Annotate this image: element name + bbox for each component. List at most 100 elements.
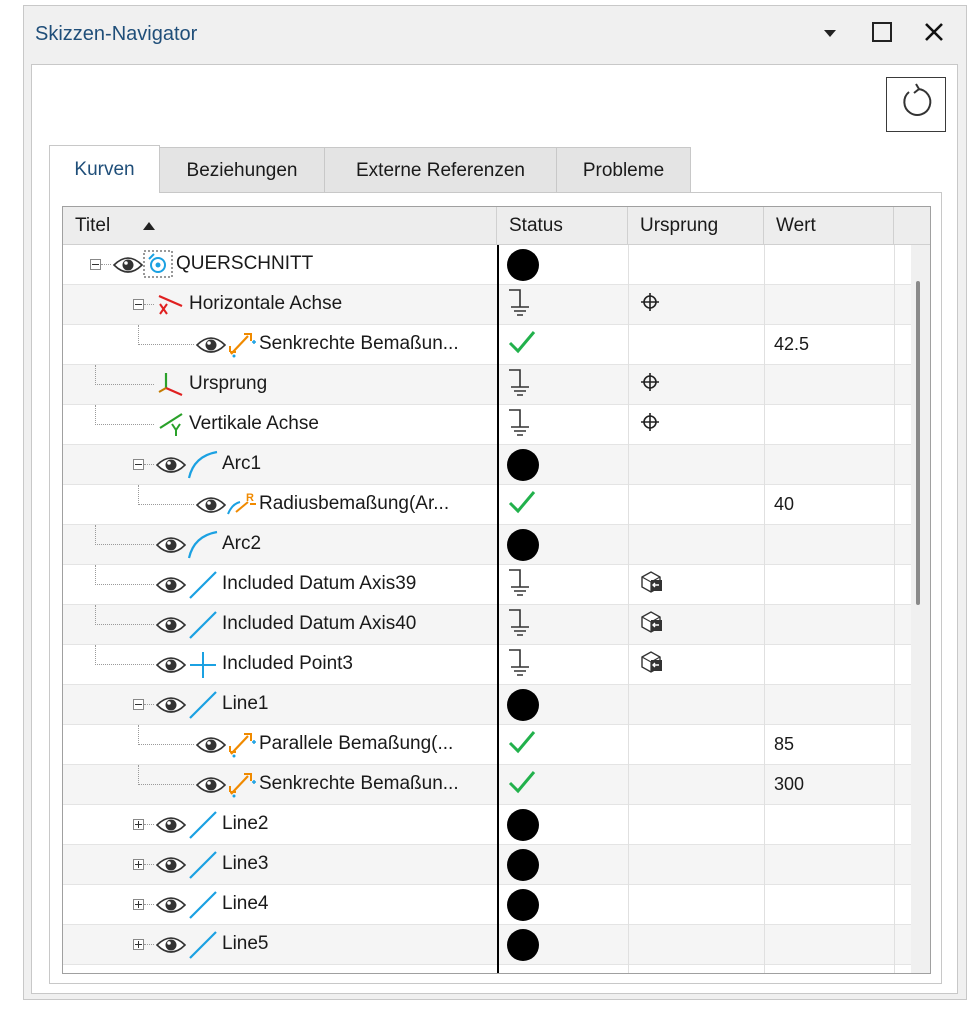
row-title: Senkrechte Bemaßun...: [259, 773, 459, 794]
status-cell: [497, 365, 628, 404]
maximize-button[interactable]: [862, 14, 902, 54]
sort-ascending-icon: [142, 215, 156, 237]
eye-icon[interactable]: [195, 735, 227, 760]
eye-icon[interactable]: [155, 895, 187, 920]
eye-icon[interactable]: [155, 615, 187, 640]
eye-icon[interactable]: [155, 695, 187, 720]
row-title: Line2: [222, 813, 269, 834]
scrollbar-thumb[interactable]: [916, 281, 920, 605]
value-cell: [764, 445, 894, 484]
collapse-button[interactable]: [133, 299, 144, 310]
status-cell: [497, 765, 628, 804]
eye-icon[interactable]: [155, 655, 187, 680]
tree-connector: [144, 864, 154, 865]
eye-icon[interactable]: [112, 255, 144, 280]
eye-icon[interactable]: [155, 855, 187, 880]
eye-icon[interactable]: [155, 935, 187, 960]
tree-connector: [138, 725, 139, 745]
navigator-panel: Kurven Beziehungen Externe Referenzen Pr…: [31, 64, 958, 994]
tab-kurven[interactable]: Kurven: [49, 145, 160, 193]
vertical-scrollbar[interactable]: [911, 245, 930, 973]
origin-cell: [628, 285, 764, 324]
sketch-navigator-window: Skizzen-Navigator Kurven Beziehungen Ext…: [23, 5, 967, 1000]
row-title: Horizontale Achse: [189, 293, 343, 314]
eye-icon[interactable]: [155, 535, 187, 560]
origin-cell: [628, 845, 764, 884]
status-cell: [497, 445, 628, 484]
collapse-button[interactable]: [133, 459, 144, 470]
eye-icon[interactable]: [155, 455, 187, 480]
fixed-ground-icon: [507, 567, 533, 602]
tab-label: Kurven: [74, 158, 135, 180]
checkmark-icon: [507, 728, 537, 761]
origin-cell: [628, 365, 764, 404]
expand-button[interactable]: [133, 939, 144, 950]
column-header-origin[interactable]: Ursprung: [628, 207, 764, 245]
column-header-title[interactable]: Titel: [63, 207, 497, 245]
line-icon: [186, 610, 220, 645]
row-title: Arc2: [222, 533, 262, 554]
tab-beziehungen[interactable]: Beziehungen: [159, 147, 325, 193]
collapse-button[interactable]: [133, 699, 144, 710]
title-cell: Line1: [63, 685, 497, 724]
row-title: Line4: [222, 893, 269, 914]
column-header-value[interactable]: Wert: [764, 207, 894, 245]
title-cell: Line2: [63, 805, 497, 844]
tree-connector: [95, 424, 154, 425]
line-icon: [186, 850, 220, 885]
value-cell: [764, 245, 894, 284]
eye-icon[interactable]: [195, 335, 227, 360]
value-cell: [764, 365, 894, 404]
status-column-divider: [497, 245, 499, 973]
origin-cell: [628, 725, 764, 764]
tree-connector: [95, 605, 96, 625]
expand-button[interactable]: [133, 899, 144, 910]
status-cell: [497, 885, 628, 924]
row-title: Arc1: [222, 453, 262, 474]
tab-content: Titel Status Ursprung Wert QUERSCHNITT H…: [49, 192, 942, 984]
title-cell: Senkrechte Bemaßun...: [63, 325, 497, 364]
radius-dimension-icon: R: [226, 490, 256, 523]
close-button[interactable]: [914, 14, 954, 54]
row-title: Senkrechte Bemaßun...: [259, 333, 459, 354]
tab-probleme[interactable]: Probleme: [556, 147, 691, 193]
tab-externe-referenzen[interactable]: Externe Referenzen: [324, 147, 557, 193]
status-dot-icon: [507, 888, 539, 921]
eye-icon[interactable]: [195, 775, 227, 800]
column-status-label: Status: [509, 215, 563, 236]
fixed-ground-icon: [507, 407, 533, 442]
tab-label: Externe Referenzen: [356, 159, 525, 181]
status-cell: [497, 525, 628, 564]
column-divider: [894, 245, 895, 973]
status-dot-icon: [507, 928, 539, 961]
horizontal-axis-icon: [156, 290, 186, 323]
dimension-icon: [226, 770, 256, 803]
external-reference-icon: [640, 610, 664, 639]
status-dot-icon: [507, 248, 539, 281]
expand-button[interactable]: [133, 819, 144, 830]
collapse-button[interactable]: [90, 259, 101, 270]
eye-icon[interactable]: [155, 815, 187, 840]
tree-connector: [144, 704, 154, 705]
value-cell: [764, 285, 894, 324]
arc-icon: [186, 530, 220, 565]
tree-connector: [95, 645, 96, 665]
eye-icon[interactable]: [195, 495, 227, 520]
origin-cell: [628, 805, 764, 844]
expand-button[interactable]: [133, 859, 144, 870]
eye-icon[interactable]: [155, 575, 187, 600]
line-icon: [186, 570, 220, 605]
tree-connector: [138, 765, 139, 785]
reset-button[interactable]: [886, 77, 946, 132]
origin-cell: [628, 565, 764, 604]
status-dot-icon: [507, 688, 539, 721]
status-cell: [497, 605, 628, 644]
row-title: Line5: [222, 933, 269, 954]
fixed-ground-icon: [507, 647, 533, 682]
column-header-status[interactable]: Status: [497, 207, 628, 245]
cross-section-icon: [143, 250, 173, 283]
svg-text:R: R: [246, 492, 254, 504]
title-cell: Line4: [63, 885, 497, 924]
origin-cell: [628, 325, 764, 364]
window-menu-button[interactable]: [810, 14, 850, 54]
